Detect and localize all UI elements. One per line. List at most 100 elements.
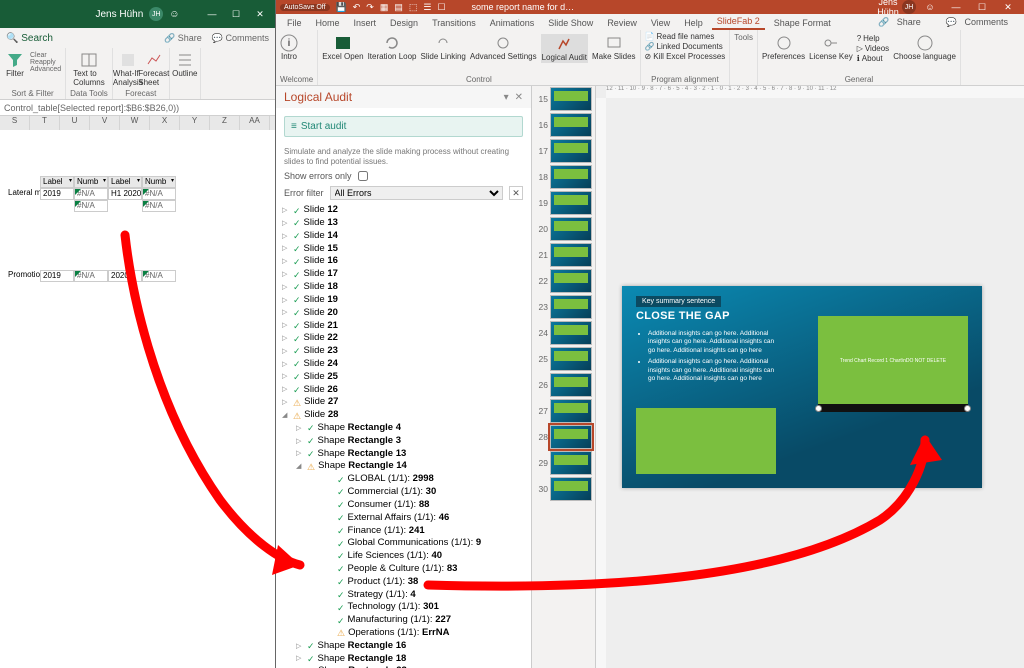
forecast-sheet-button[interactable]: Forecast Sheet: [143, 52, 165, 87]
tab-slide-show[interactable]: Slide Show: [543, 16, 598, 30]
about-link[interactable]: ℹ About: [857, 54, 889, 63]
tree-node[interactable]: ◢⚠Shape Rectangle 14: [282, 460, 531, 473]
redo-icon[interactable]: ↷: [366, 2, 374, 13]
tree-node[interactable]: ✓Global Communications (1/1): 9: [282, 537, 531, 550]
col-header[interactable]: W: [120, 116, 150, 130]
tree-node[interactable]: ✓Consumer (1/1): 88: [282, 499, 531, 512]
table-header[interactable]: Numb: [74, 176, 108, 188]
autosave-toggle[interactable]: AutoSave Off: [280, 4, 330, 11]
license-key-button[interactable]: License Key: [809, 34, 853, 61]
tree-node[interactable]: ✓Product (1/1): 38: [282, 576, 531, 589]
tab-design[interactable]: Design: [385, 16, 423, 30]
maximize-icon[interactable]: ☐: [970, 2, 994, 13]
qat-icon[interactable]: ☰: [423, 2, 431, 13]
qat-icon[interactable]: ▤: [394, 2, 403, 13]
tab-help[interactable]: Help: [679, 16, 708, 30]
save-icon[interactable]: 💾: [336, 2, 347, 13]
table-header[interactable]: Label: [108, 176, 142, 188]
thumbnail[interactable]: 25: [532, 346, 595, 372]
kill-excel[interactable]: ⊘ Kill Excel Processes: [645, 52, 726, 61]
help-link[interactable]: ? Help: [857, 34, 889, 43]
minimize-icon[interactable]: —: [944, 2, 968, 12]
audit-tree[interactable]: ▷✓Slide 12▷✓Slide 13▷✓Slide 14▷✓Slide 15…: [276, 202, 531, 668]
slide-thumbnails[interactable]: 15161718192021222324252627282930: [532, 86, 596, 668]
tree-node[interactable]: ✓People & Culture (1/1): 83: [282, 563, 531, 576]
tree-node[interactable]: ▷✓Slide 13: [282, 217, 531, 230]
clear-filter-icon[interactable]: ✕: [509, 186, 523, 200]
slide-canvas[interactable]: 12 · 11 · 10 · 9 · 8 · 7 · 6 · 5 · 4 · 3…: [596, 86, 1024, 668]
thumbnail[interactable]: 19: [532, 190, 595, 216]
intro-button[interactable]: iIntro: [280, 34, 298, 61]
tree-node[interactable]: ◢⚠Slide 28: [282, 409, 531, 422]
tree-node[interactable]: ✓Strategy (1/1): 4: [282, 589, 531, 602]
tree-node[interactable]: ▷✓Shape Rectangle 18: [282, 653, 531, 666]
tree-node[interactable]: ▷✓Slide 14: [282, 230, 531, 243]
tab-shape-format[interactable]: Shape Format: [769, 16, 836, 30]
tree-node[interactable]: ▷✓Slide 20: [282, 307, 531, 320]
col-header[interactable]: S: [0, 116, 30, 130]
thumbnail[interactable]: 18: [532, 164, 595, 190]
thumbnail[interactable]: 20: [532, 216, 595, 242]
tree-node[interactable]: ▷✓Slide 23: [282, 345, 531, 358]
preferences-button[interactable]: Preferences: [762, 34, 805, 61]
make-slides-button[interactable]: Make Slides: [592, 34, 636, 61]
thumbnail[interactable]: 27: [532, 398, 595, 424]
tree-node[interactable]: ▷✓Shape Rectangle 13: [282, 448, 531, 461]
thumbnail[interactable]: 23: [532, 294, 595, 320]
tree-node[interactable]: ▷✓Shape Rectangle 3: [282, 435, 531, 448]
thumbnail[interactable]: 21: [532, 242, 595, 268]
excel-comments[interactable]: 💬 Comments: [212, 33, 269, 44]
tree-node[interactable]: ▷✓Slide 26: [282, 384, 531, 397]
tree-node[interactable]: ▷✓Slide 19: [282, 294, 531, 307]
col-header[interactable]: AA: [240, 116, 270, 130]
undo-icon[interactable]: ↶: [353, 2, 361, 13]
slide-linking-button[interactable]: Slide Linking: [421, 34, 466, 61]
tree-node[interactable]: ▷✓Slide 12: [282, 204, 531, 217]
filter-options[interactable]: Clear Reapply Advanced: [30, 52, 61, 73]
thumbnail[interactable]: 17: [532, 138, 595, 164]
col-header[interactable]: V: [90, 116, 120, 130]
slide-bullets[interactable]: Additional insights can go here. Additio…: [640, 330, 782, 387]
selected-shape-rectangle14[interactable]: Trend Chart Record 1 Chart\nDO NOT DELET…: [818, 316, 968, 406]
slide[interactable]: Key summary sentence CLOSE THE GAP Addit…: [622, 286, 982, 488]
linked-documents[interactable]: 🔗 Linked Documents: [645, 42, 726, 51]
thumbnail[interactable]: 29: [532, 450, 595, 476]
col-header[interactable]: T: [30, 116, 60, 130]
minimize-icon[interactable]: —: [201, 7, 223, 21]
read-filenames[interactable]: 📄 Read file names: [645, 32, 726, 41]
close-icon[interactable]: ✕: [249, 7, 271, 21]
col-header[interactable]: U: [60, 116, 90, 130]
thumbnail[interactable]: 28: [532, 424, 595, 450]
maximize-icon[interactable]: ☐: [225, 7, 247, 21]
table-header[interactable]: Label: [40, 176, 74, 188]
tree-node[interactable]: ▷⚠Slide 27: [282, 396, 531, 409]
dropdown-icon[interactable]: ▾: [504, 92, 509, 103]
formula-bar[interactable]: Control_table[Selected report]:$B6:$B26,…: [0, 100, 275, 116]
excel-sheet[interactable]: STUVWXYZAA Label Numb Label Numb Lateral…: [0, 116, 275, 668]
excel-search[interactable]: 🔍 Search: [6, 33, 53, 44]
tree-node[interactable]: ▷✓Slide 24: [282, 358, 531, 371]
tab-transitions[interactable]: Transitions: [427, 16, 481, 30]
outline-button[interactable]: Outline: [174, 52, 196, 78]
tree-node[interactable]: ✓GLOBAL (1/1): 2998: [282, 473, 531, 486]
tree-node[interactable]: ▷✓Slide 18: [282, 281, 531, 294]
thumbnail[interactable]: 15: [532, 86, 595, 112]
videos-link[interactable]: ▷ Videos: [857, 44, 889, 53]
face-icon[interactable]: ☺: [918, 2, 942, 12]
tree-node[interactable]: ✓Finance (1/1): 241: [282, 525, 531, 538]
key-summary-box[interactable]: Key summary sentence: [636, 296, 721, 307]
tab-insert[interactable]: Insert: [349, 16, 382, 30]
tree-node[interactable]: ▷✓Slide 21: [282, 320, 531, 333]
tree-node[interactable]: ▷✓Shape Rectangle 16: [282, 640, 531, 653]
pp-share[interactable]: 🔗 Share: [873, 15, 931, 30]
tree-node[interactable]: ▷✓Slide 16: [282, 255, 531, 268]
tree-node[interactable]: ▷✓Slide 17: [282, 268, 531, 281]
tree-node[interactable]: ✓Manufacturing (1/1): 227: [282, 614, 531, 627]
close-icon[interactable]: ✕: [996, 2, 1020, 13]
start-audit-button[interactable]: ≡ Start audit: [284, 116, 523, 137]
qat-icon[interactable]: ▦: [380, 2, 389, 13]
tree-node[interactable]: ✓Technology (1/1): 301: [282, 601, 531, 614]
excel-share[interactable]: 🔗 Share: [164, 33, 202, 44]
tree-node[interactable]: ✓External Affairs (1/1): 46: [282, 512, 531, 525]
thumbnail[interactable]: 24: [532, 320, 595, 346]
